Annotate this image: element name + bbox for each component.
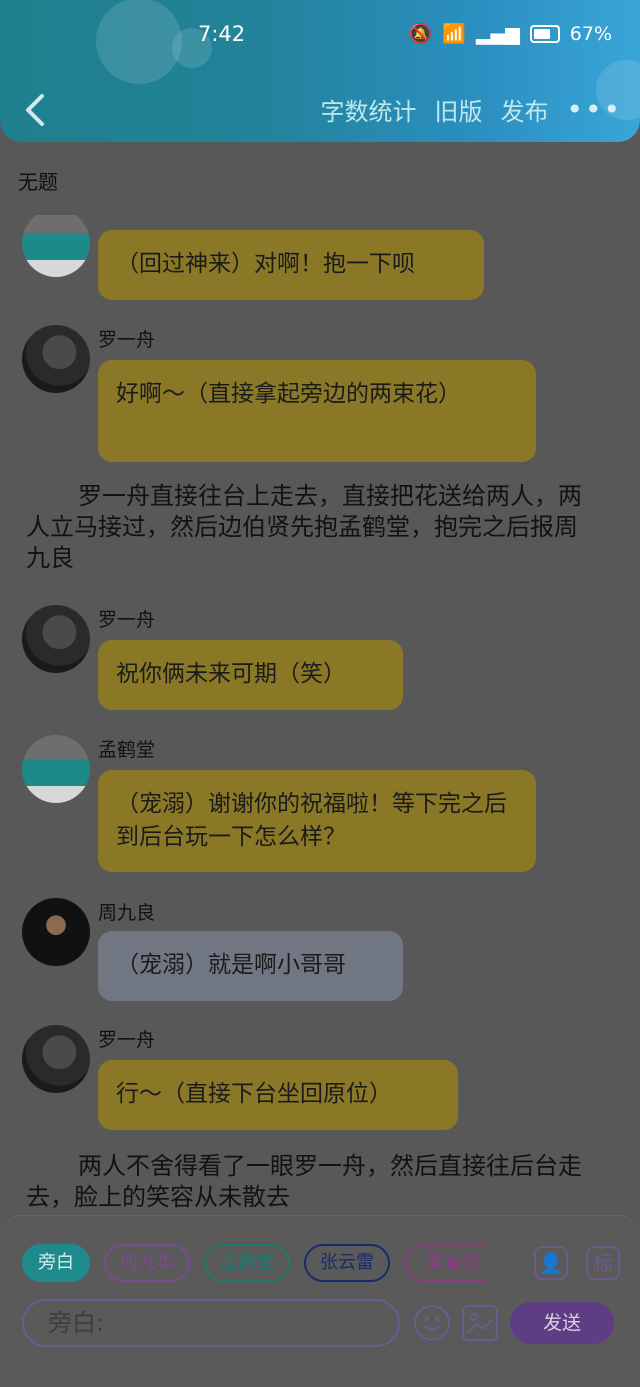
smile-icon bbox=[424, 1317, 440, 1331]
avatar[interactable] bbox=[22, 325, 90, 393]
role-chip[interactable]: 秦霄贤 bbox=[404, 1244, 486, 1282]
chat-message: 罗一舟 祝你俩未来可期（笑） bbox=[22, 605, 622, 715]
avatar[interactable] bbox=[22, 898, 90, 966]
battery-level: 67% bbox=[569, 22, 612, 45]
sender-name: 罗一舟 bbox=[98, 1029, 156, 1051]
back-arrow-icon bbox=[26, 94, 44, 126]
mute-icon: 🔕 bbox=[408, 23, 433, 45]
wifi-icon: 📶 bbox=[442, 23, 466, 45]
publish-button[interactable]: 发布 bbox=[500, 92, 548, 127]
message-bubble[interactable]: （回过神来）对啊！抱一下呗 bbox=[98, 230, 484, 300]
top-menu: 字数统计 旧版 发布 ••• bbox=[320, 92, 622, 127]
back-button[interactable] bbox=[22, 92, 52, 128]
decoration-bubble bbox=[96, 0, 182, 84]
status-time: 7:42 bbox=[198, 22, 246, 46]
role-chip[interactable]: 何九华 bbox=[104, 1244, 190, 1282]
word-count-button[interactable]: 字数统计 bbox=[320, 92, 416, 127]
signal-icon: ▂▄▆ bbox=[475, 22, 520, 45]
chat-list[interactable]: （回过神来）对啊！抱一下呗 罗一舟 好啊～（直接拿起旁边的两束花） 罗一舟直接往… bbox=[0, 215, 640, 1215]
message-bubble[interactable]: 好啊～（直接拿起旁边的两束花） bbox=[98, 360, 536, 462]
sender-name: 周九良 bbox=[98, 902, 156, 924]
chat-message: 罗一舟 好啊～（直接拿起旁边的两束花） bbox=[22, 325, 622, 465]
emoji-icon[interactable] bbox=[414, 1305, 450, 1341]
role-chip-narrator[interactable]: 旁白 bbox=[22, 1244, 90, 1282]
chat-message: 周九良 （宠溺）就是啊小哥哥 bbox=[22, 898, 622, 1008]
input-panel: 旁白 何九华 孟鹤堂 张云雷 秦霄贤 👤 标 旁白: 发送 bbox=[0, 1215, 640, 1387]
status-icons: 🔕 📶 ▂▄▆ 67% bbox=[408, 22, 612, 46]
avatar[interactable] bbox=[22, 1025, 90, 1093]
narration-text: 两人不舍得看了一眼罗一舟，然后直接往后台走去，脸上的笑容从未散去 bbox=[26, 1152, 582, 1211]
document-title: 无题 bbox=[18, 170, 58, 194]
message-bubble[interactable]: （宠溺）就是啊小哥哥 bbox=[98, 931, 403, 1001]
avatar[interactable] bbox=[22, 735, 90, 803]
sender-name: 孟鹤堂 bbox=[98, 739, 156, 761]
chat-message: 罗一舟 行～（直接下台坐回原位） bbox=[22, 1025, 622, 1135]
battery-icon bbox=[529, 24, 560, 43]
tag-button[interactable]: 标 bbox=[586, 1246, 620, 1280]
sender-name: 罗一舟 bbox=[98, 329, 156, 351]
chat-message: （回过神来）对啊！抱一下呗 bbox=[22, 215, 622, 300]
send-button[interactable]: 发送 bbox=[510, 1302, 614, 1344]
character-icon[interactable]: 👤 bbox=[534, 1246, 568, 1280]
message-input[interactable]: 旁白: bbox=[22, 1299, 400, 1347]
picture-icon bbox=[467, 1313, 493, 1334]
chat-message: 孟鹤堂 （宠溺）谢谢你的祝福啦！等下完之后到后台玩一下怎么样？ bbox=[22, 735, 622, 875]
image-icon[interactable] bbox=[462, 1305, 498, 1341]
role-selector: 旁白 何九华 孟鹤堂 张云雷 秦霄贤 bbox=[22, 1244, 486, 1282]
role-chip[interactable]: 孟鹤堂 bbox=[204, 1244, 290, 1282]
message-bubble[interactable]: 祝你俩未来可期（笑） bbox=[98, 640, 403, 710]
role-chip[interactable]: 张云雷 bbox=[304, 1244, 390, 1282]
top-header: 7:42 🔕 📶 ▂▄▆ 67% 字数统计 旧版 发布 ••• bbox=[0, 0, 640, 142]
message-bubble[interactable]: （宠溺）谢谢你的祝福啦！等下完之后到后台玩一下怎么样？ bbox=[98, 770, 536, 872]
narration-text: 罗一舟直接往台上走去，直接把花送给两人，两人立马接过，然后边伯贤先抱孟鹤堂，抱完… bbox=[26, 482, 582, 572]
avatar[interactable] bbox=[22, 605, 90, 673]
sender-name: 罗一舟 bbox=[98, 609, 156, 631]
message-bubble[interactable]: 行～（直接下台坐回原位） bbox=[98, 1060, 458, 1130]
more-icon[interactable]: ••• bbox=[566, 93, 622, 126]
avatar[interactable] bbox=[22, 215, 90, 277]
old-version-button[interactable]: 旧版 bbox=[434, 92, 482, 127]
